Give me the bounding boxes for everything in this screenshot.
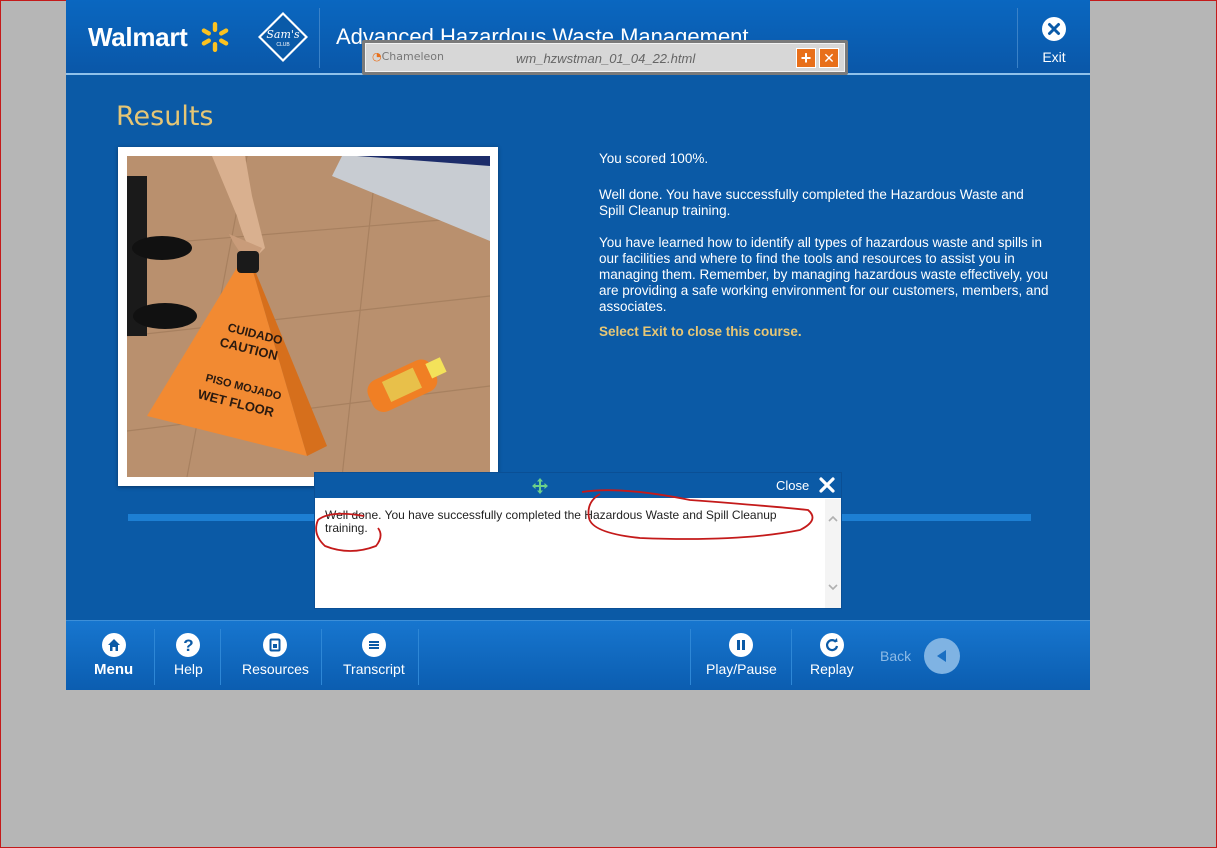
chameleon-add-button[interactable]: + [796, 48, 816, 68]
plus-icon: + [800, 48, 812, 68]
back-button[interactable] [924, 638, 960, 674]
resources-label: Resources [242, 661, 309, 677]
transcript-close-label[interactable]: Close [776, 478, 809, 493]
chevron-up-icon[interactable] [825, 511, 841, 527]
page-title: Results [116, 101, 214, 132]
exit-button[interactable]: Exit [1036, 16, 1072, 65]
transcript-text: Well done. You have successfully complet… [325, 508, 777, 535]
menu-label: Menu [94, 661, 134, 678]
svg-text:CLUB: CLUB [276, 42, 290, 48]
chevron-down-icon[interactable] [825, 579, 841, 595]
sams-club-logo: Sam's CLUB [258, 12, 308, 62]
toolbar-separator [690, 629, 691, 685]
lines-icon [361, 633, 386, 657]
footer-toolbar: Menu ? Help Resources Transcript Play/Pa… [66, 620, 1090, 690]
transcript-label: Transcript [343, 661, 405, 677]
toolbar-separator [791, 629, 792, 685]
exit-label: Exit [1042, 49, 1066, 65]
wet-floor-sign-image: CUIDADO CAUTION PISO MOJADO WET FLOOR [127, 156, 490, 477]
menu-button[interactable]: Menu [94, 633, 133, 678]
score-text: You scored 100%. [599, 151, 709, 166]
exit-instruction: Select Exit to close this course. [599, 324, 802, 339]
back-label: Back [880, 648, 912, 664]
question-icon: ? [176, 633, 201, 657]
help-button[interactable]: ? Help [174, 633, 203, 677]
toolbar-separator [321, 629, 322, 685]
header-divider [1017, 8, 1018, 68]
summary-message: You have learned how to identify all typ… [599, 235, 1049, 314]
toolbar-separator [418, 629, 419, 685]
chameleon-file-name: wm_hzwstman_01_04_22.html [516, 51, 696, 66]
close-circle-icon [1042, 17, 1066, 41]
close-icon: ✕ [823, 50, 835, 66]
svg-text:Sam's: Sam's [266, 28, 300, 41]
caution-sign-photo: CUIDADO CAUTION PISO MOJADO WET FLOOR [118, 147, 498, 486]
transcript-popup-header[interactable]: Close [315, 473, 841, 498]
toolbar-separator [220, 629, 221, 685]
chameleon-titlebar: ◔Chameleon wm_hzwstman_01_04_22.html + ✕ [365, 43, 845, 72]
chameleon-popup-bar[interactable]: ◔Chameleon wm_hzwstman_01_04_22.html + ✕ [362, 40, 848, 75]
walmart-logo: Walmart [88, 22, 188, 52]
toolbar-separator [154, 629, 155, 685]
resources-button[interactable]: Resources [242, 633, 309, 677]
replay-icon [819, 633, 844, 657]
pause-icon [729, 633, 754, 657]
close-icon[interactable] [819, 477, 835, 493]
help-label: Help [174, 661, 203, 677]
walmart-spark-icon [201, 22, 229, 52]
play-pause-label: Play/Pause [706, 661, 777, 677]
home-icon [101, 633, 126, 657]
completion-message: Well done. You have successfully complet… [599, 187, 1024, 218]
header-divider [319, 8, 320, 68]
chameleon-close-button[interactable]: ✕ [819, 48, 839, 68]
document-icon [263, 633, 288, 657]
replay-label: Replay [810, 661, 854, 677]
transcript-scrollbar[interactable] [825, 499, 841, 608]
results-content: You scored 100%. Well done. You have suc… [599, 150, 1049, 356]
chameleon-logo: ◔Chameleon [372, 50, 445, 63]
replay-button[interactable]: Replay [810, 633, 854, 677]
move-icon[interactable] [531, 477, 549, 495]
transcript-popup[interactable]: Close Well done. You have successfully c… [314, 472, 842, 609]
play-pause-button[interactable]: Play/Pause [706, 633, 777, 677]
transcript-button[interactable]: Transcript [343, 633, 405, 677]
back-arrow-icon [937, 650, 946, 662]
